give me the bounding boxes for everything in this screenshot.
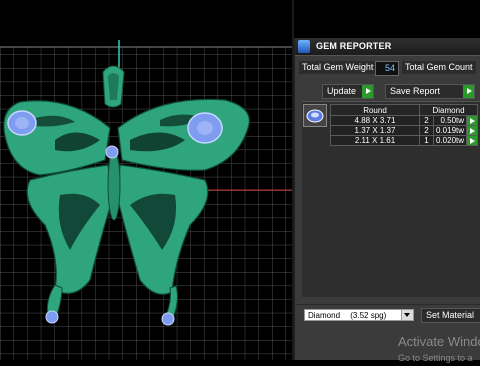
save-report-go-icon xyxy=(463,85,474,98)
gem-weight: 0.020tw xyxy=(432,135,468,146)
header-round: Round xyxy=(330,104,420,116)
watermark-line2: Go to Settings to a xyxy=(398,353,473,363)
table-row[interactable]: 4.88 X 3.71 2 0.50tw xyxy=(330,115,479,126)
material-select[interactable]: Diamond (3.52 spg) xyxy=(304,309,414,321)
material-name: Diamond xyxy=(308,311,341,320)
material-bar: Diamond (3.52 spg) Set Material xyxy=(295,304,480,325)
set-material-button[interactable]: Set Material xyxy=(421,308,480,323)
gem-count: 2 xyxy=(419,115,434,126)
update-button-label: Update xyxy=(327,86,357,96)
update-button[interactable]: Update xyxy=(322,84,374,99)
round-gem-icon xyxy=(306,109,324,123)
gem-weight: 0.019tw xyxy=(432,125,468,136)
gem-size: 2.11 X 1.61 xyxy=(330,135,420,146)
header-diamond: Diamond xyxy=(418,104,479,116)
watermark-line1: Activate Windo xyxy=(398,334,480,349)
gem-size: 4.88 X 3.71 xyxy=(330,115,420,126)
total-gem-weight-value: 54 xyxy=(375,61,399,76)
gem-table-area: Round Diamond 4.88 X 3.71 2 0.50tw 1.37 … xyxy=(302,101,480,297)
gem-table-header: Round Diamond xyxy=(330,104,479,116)
activate-windows-watermark: Activate Windo Go to Settings to a xyxy=(398,334,480,366)
diamond-gem-thumbnail[interactable] xyxy=(303,104,327,127)
gem-table: Round Diamond 4.88 X 3.71 2 0.50tw 1.37 … xyxy=(330,104,479,146)
gem-weight: 0.50tw xyxy=(432,115,468,126)
chevron-down-icon[interactable] xyxy=(401,310,413,320)
set-material-button-label: Set Material xyxy=(426,310,475,320)
gem-count: 1 xyxy=(419,135,434,146)
gem-count: 2 xyxy=(419,125,434,136)
table-row[interactable]: 2.11 X 1.61 1 0.020tw xyxy=(330,135,479,146)
3d-viewport[interactable] xyxy=(0,0,292,360)
save-report-button[interactable]: Save Report xyxy=(385,84,475,99)
material-spg: (3.52 spg) xyxy=(350,311,387,320)
butterfly-pendant-render xyxy=(0,40,292,360)
gem-reporter-panel: GEM REPORTER Total Gem Weight 54 Total G… xyxy=(294,38,480,360)
panel-title: GEM REPORTER xyxy=(316,41,392,51)
gem-reporter-icon xyxy=(298,40,310,53)
panel-titlebar: GEM REPORTER xyxy=(295,38,480,56)
table-row[interactable]: 1.37 X 1.37 2 0.019tw xyxy=(330,125,479,136)
row-select-arrow-icon[interactable] xyxy=(466,135,479,146)
row-select-arrow-icon[interactable] xyxy=(466,125,479,136)
total-gem-count-label: Total Gem Count xyxy=(402,61,476,74)
save-report-button-label: Save Report xyxy=(390,86,441,96)
gem-size: 1.37 X 1.37 xyxy=(330,125,420,136)
row-select-arrow-icon[interactable] xyxy=(466,115,479,126)
total-gem-weight-label: Total Gem Weight xyxy=(299,61,377,74)
update-go-icon xyxy=(362,85,373,98)
